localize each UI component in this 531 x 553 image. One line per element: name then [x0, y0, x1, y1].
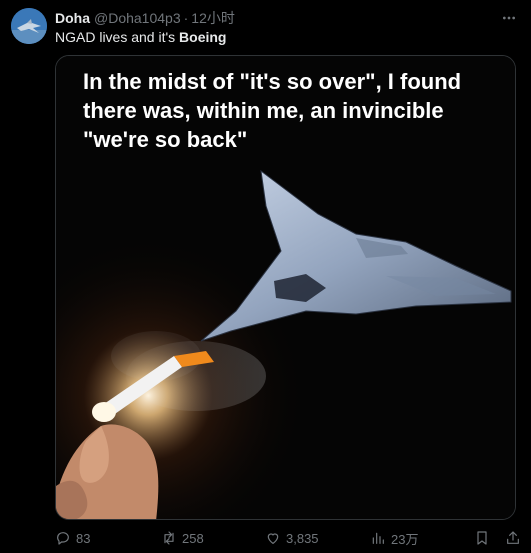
- post-text-prefix: NGAD lives and it's: [55, 29, 180, 45]
- action-bar: 83 258 3,835 23万: [55, 527, 523, 549]
- jet-avatar-icon: [11, 8, 47, 44]
- views-icon: [372, 532, 384, 544]
- bookmark-button[interactable]: [474, 527, 495, 549]
- avatar[interactable]: [11, 8, 47, 44]
- more-icon: [503, 16, 515, 20]
- post-header: Doha @Doha104p3 · 12小时: [55, 9, 235, 27]
- tweet: Doha @Doha104p3 · 12小时 NGAD lives and it…: [0, 0, 531, 553]
- author-handle[interactable]: @Doha104p3: [94, 10, 181, 26]
- like-button[interactable]: 3,835: [265, 527, 319, 549]
- repost-icon: [164, 531, 174, 545]
- separator-dot: ·: [183, 10, 189, 26]
- reply-button[interactable]: 83: [55, 527, 90, 549]
- repost-button[interactable]: 258: [161, 527, 204, 549]
- post-image[interactable]: In the midst of "it's so over", I found …: [55, 55, 516, 520]
- like-count: 3,835: [286, 530, 319, 546]
- post-text-bold: Boeing: [179, 29, 227, 45]
- post-time[interactable]: 12小时: [191, 8, 235, 28]
- share-button[interactable]: [505, 527, 526, 549]
- author-name[interactable]: Doha: [55, 10, 90, 26]
- views-button[interactable]: 23万: [370, 527, 418, 549]
- share-icon: [507, 531, 519, 544]
- reply-count: 83: [76, 530, 91, 546]
- repost-count: 258: [182, 530, 204, 546]
- like-icon: [267, 533, 279, 544]
- meme-caption: In the midst of "it's so over", I found …: [83, 69, 462, 152]
- views-count: 23万: [391, 531, 419, 547]
- more-button[interactable]: [499, 8, 519, 28]
- bookmark-icon: [477, 531, 487, 545]
- reply-icon: [57, 532, 69, 545]
- post-text: NGAD lives and it's Boeing: [55, 29, 227, 45]
